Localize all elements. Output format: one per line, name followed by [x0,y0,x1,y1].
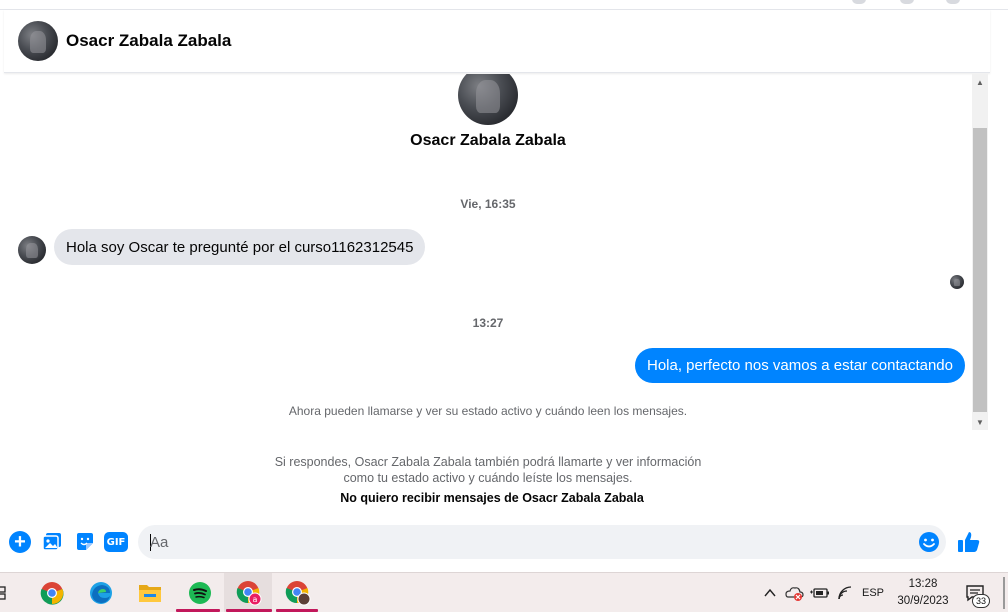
chat-header: Osacr Zabala Zabala [4,10,990,73]
windows-taskbar: a ESP 13:28 30/9/2023 33 [0,572,1008,612]
sender-avatar[interactable] [18,236,46,264]
chrome-profile-a-icon[interactable]: a [236,580,262,606]
language-indicator[interactable]: ESP [862,573,884,612]
battery-icon[interactable] [810,580,830,606]
svg-text:a: a [253,595,258,604]
reply-info-line: como tu estado activo y cuándo leíste lo… [343,471,633,485]
sticker-icon[interactable] [74,531,96,553]
seen-indicator-avatar [950,275,964,289]
conversation-area: Osacr Zabala Zabala Vie, 16:35 Hola soy … [4,74,972,520]
conversation-scrollbar[interactable]: ▲ ▼ [972,74,988,430]
onedrive-error-icon[interactable] [785,580,805,606]
notification-count-badge: 33 [972,594,990,608]
clock-date: 30/9/2023 [897,595,949,607]
window-control-icon[interactable] [946,0,960,4]
file-explorer-icon[interactable] [137,580,163,606]
photo-icon[interactable] [41,531,63,553]
profile-name: Osacr Zabala Zabala [410,132,566,149]
message-timestamp: 13:27 [472,316,504,330]
chrome-profile-photo-icon[interactable] [285,580,311,606]
block-messages-link[interactable]: No quiero recibir mensajes de Osacr Zaba… [4,491,972,505]
system-clock[interactable]: 13:28 30/9/2023 [890,576,956,610]
thumbs-up-icon[interactable] [956,529,982,555]
window-control-icon[interactable] [900,0,914,4]
incoming-message-bubble[interactable]: Hola soy Oscar te pregunté por el curso1… [54,229,426,265]
scrollbar-thumb[interactable] [973,128,987,412]
chrome-icon[interactable] [39,580,65,606]
call-notice: Ahora pueden llamarse y ver su estado ac… [288,404,688,418]
scroll-down-icon[interactable]: ▼ [972,416,988,430]
top-strip [0,0,1008,10]
message-input[interactable] [150,525,910,559]
profile-avatar[interactable] [458,74,518,125]
scroll-up-icon[interactable]: ▲ [972,76,988,90]
message-input-container[interactable] [138,525,946,559]
chevron-up-icon[interactable] [762,580,778,606]
spotify-icon[interactable] [187,580,213,606]
wifi-icon[interactable] [836,580,854,606]
show-desktop-divider[interactable] [1003,577,1005,609]
reply-info: Si respondes, Osacr Zabala Zabala tambié… [254,454,722,486]
messenger-window: Osacr Zabala Zabala Osacr Zabala Zabala … [0,0,1008,612]
message-timestamp: Vie, 16:35 [460,197,516,211]
message-composer: + GIF [0,520,1008,568]
emoji-icon[interactable] [918,531,940,553]
gif-icon[interactable]: GIF [104,532,128,552]
task-view-icon[interactable] [0,580,10,606]
outgoing-message-bubble[interactable]: Hola, perfecto nos vamos a estar contact… [634,348,965,383]
clock-time: 13:28 [908,578,938,590]
reply-info-line: Si respondes, Osacr Zabala Zabala tambié… [274,455,702,469]
window-control-icon[interactable] [852,0,866,4]
plus-icon[interactable]: + [9,531,31,553]
contact-avatar[interactable] [18,21,58,61]
contact-name[interactable]: Osacr Zabala Zabala [66,31,231,51]
edge-icon[interactable] [88,580,114,606]
